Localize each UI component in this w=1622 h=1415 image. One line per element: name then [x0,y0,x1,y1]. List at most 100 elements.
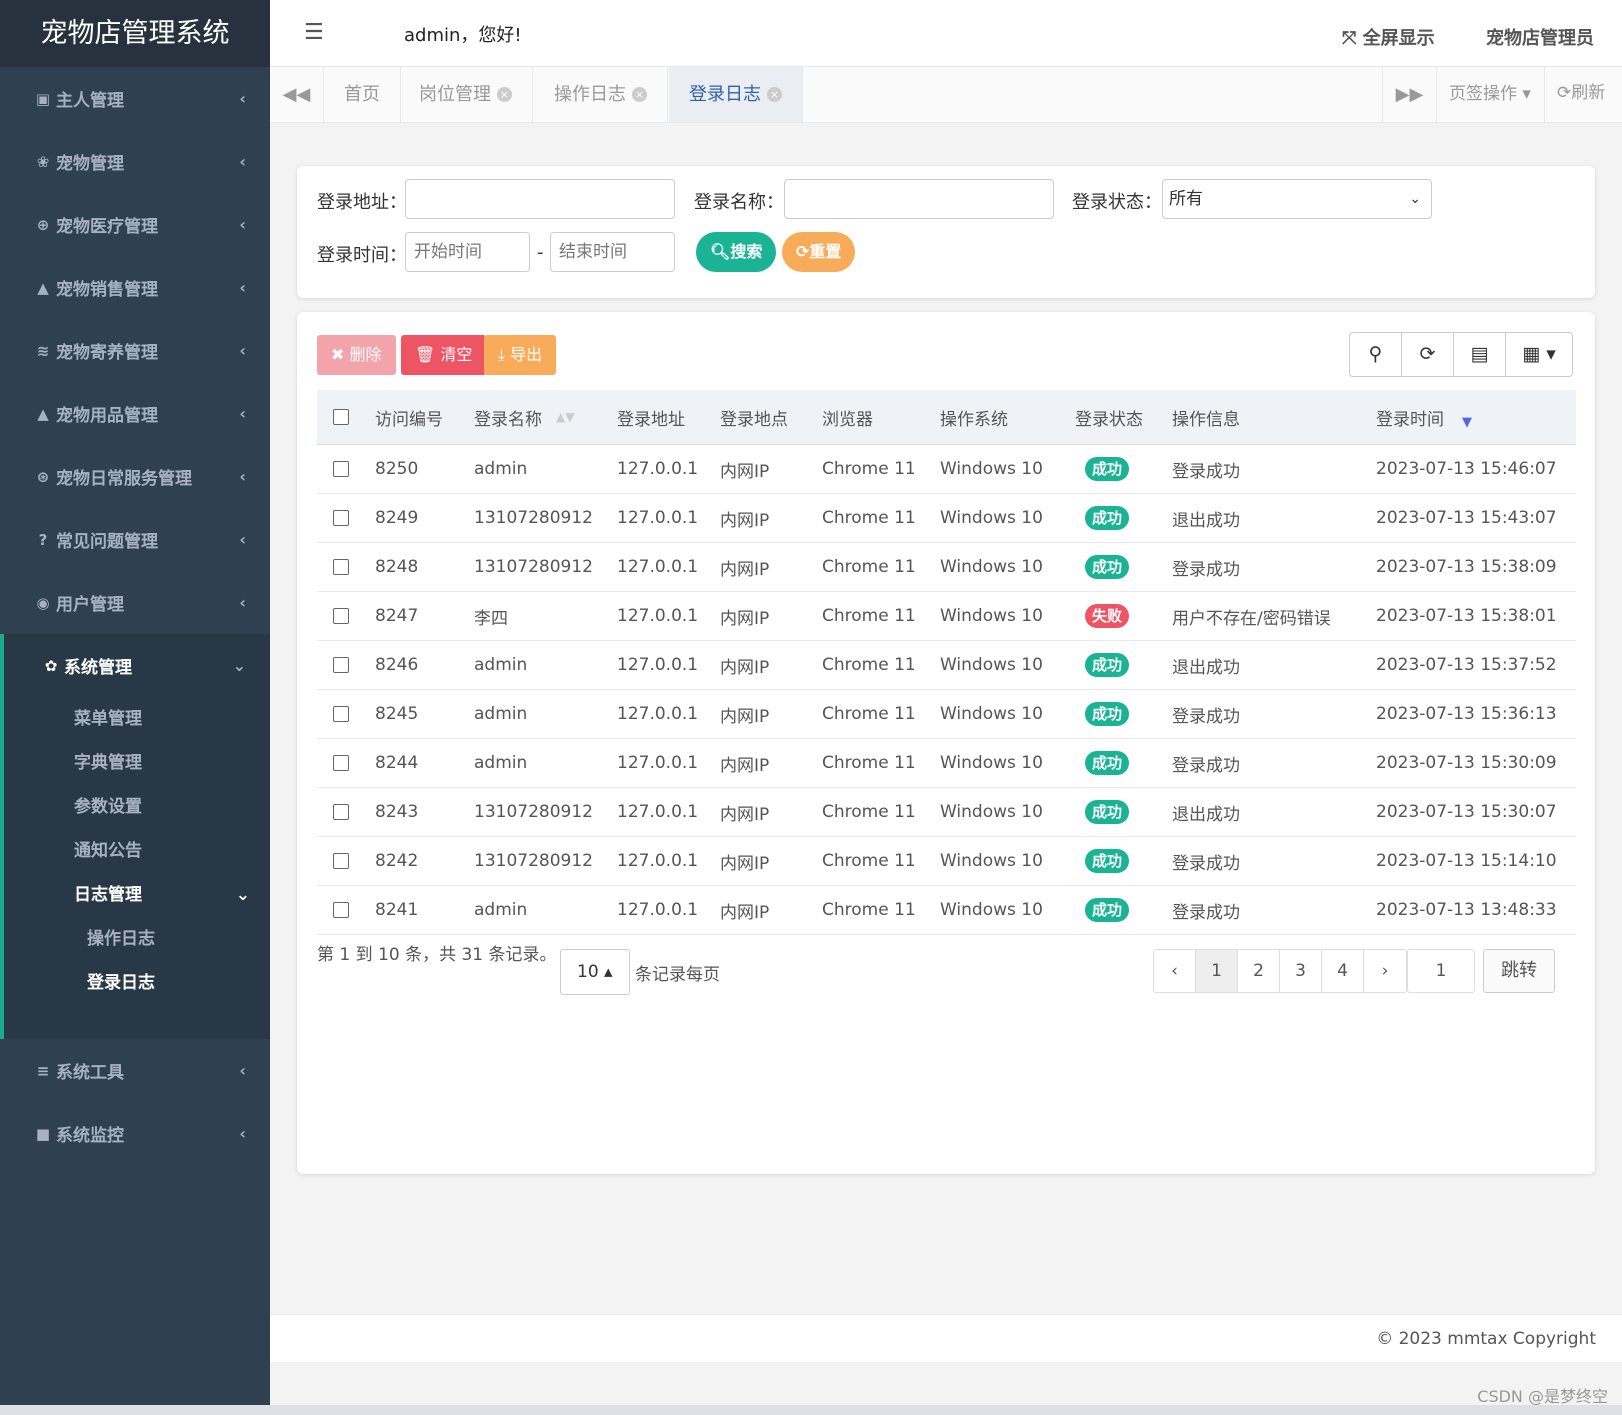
end-time-input[interactable] [550,232,675,272]
col-location[interactable]: 登录地点 [720,390,788,444]
table-row[interactable]: 8249 13107280912 127.0.0.1 内网IP Chrome 11 Win… [317,494,1576,543]
sidebar-item-7[interactable]: ? 常见问题管理 ‹ [0,508,270,571]
table-row[interactable]: 8250 admin 127.0.0.1 内网IP Chrome 11 Windows 1… [317,445,1576,494]
delete-button[interactable]: ✖ 删除 [317,335,396,375]
row-checkbox[interactable] [333,543,349,591]
clear-button[interactable]: 🗑︎ 清空 [401,335,487,375]
fullscreen-button[interactable]: ⤧ 全屏显示 [1342,24,1435,50]
row-checkbox[interactable] [333,739,349,787]
sidebar-item-0[interactable]: ▣ 主人管理 ‹ [0,67,270,130]
sidebar-item-operlog[interactable]: 操作日志 [4,917,270,961]
chevron-left-icon: ‹ [239,1061,246,1080]
row-checkbox[interactable] [333,837,349,885]
refresh-table-button[interactable]: ⟳ [1402,333,1454,376]
tab-post[interactable]: 岗位管理 × [399,67,533,122]
toggle-view-button[interactable]: ▤ [1454,333,1506,376]
cell-ipaddr: 127.0.0.1 [617,606,699,626]
sidebar-item-tools[interactable]: ≡ 系统工具 ‹ [0,1039,270,1102]
tab-logininfor[interactable]: 登录日志 × [669,67,803,122]
close-icon[interactable]: × [497,87,512,102]
cell-status: 失败 [1085,592,1130,640]
close-icon[interactable]: × [632,87,647,102]
page-button-2[interactable]: 2 [1238,950,1280,992]
table-row[interactable]: 8248 13107280912 127.0.0.1 内网IP Chrome 11 Win… [317,543,1576,592]
sidebar-item-log[interactable]: 日志管理 ⌄ [4,873,270,917]
search-toggle-button[interactable]: ⚲ [1350,333,1402,376]
start-time-input[interactable] [405,232,530,272]
table-row[interactable]: 8247 李四 127.0.0.1 内网IP Chrome 11 Windows 10 失败… [317,592,1576,641]
sidebar-item-5[interactable]: ▲ 宠物用品管理 ‹ [0,382,270,445]
table-row[interactable]: 8243 13107280912 127.0.0.1 内网IP Chrome 11 Win… [317,788,1576,837]
cell-os: Windows 10 [940,802,1043,822]
table-row[interactable]: 8246 admin 127.0.0.1 内网IP Chrome 11 Windows 1… [317,641,1576,690]
columns-button[interactable]: ▦ ▾ [1506,333,1572,376]
search-button[interactable]: 🔍︎搜索 [696,232,777,272]
cell-info-id: 8244 [375,753,419,773]
close-icon[interactable]: × [767,87,782,102]
row-checkbox[interactable] [333,690,349,738]
page-button-4[interactable]: 4 [1322,950,1364,992]
col-info-id[interactable]: 访问编号 [375,390,443,444]
status-badge: 成功 [1085,457,1130,481]
col-login-name[interactable]: 登录名称 ▲▼ [474,390,574,444]
sidebar-item-3[interactable]: ▲ 宠物销售管理 ‹ [0,256,270,319]
page-button-1[interactable]: 1 [1196,950,1238,992]
sidebar-item-4[interactable]: ≋ 宠物寄养管理 ‹ [0,319,270,382]
row-checkbox[interactable] [333,494,349,542]
sidebar-item-notice[interactable]: 通知公告 [4,829,270,873]
select-all-checkbox[interactable] [333,390,349,444]
user-menu[interactable]: 宠物店管理员 [1486,24,1594,50]
cell-info-id: 8248 [375,557,419,577]
table-row[interactable]: 8242 13107280912 127.0.0.1 内网IP Chrome 11 Win… [317,837,1576,886]
jump-button[interactable]: 跳转 [1483,949,1555,993]
hamburger-menu-icon[interactable]: ☰ [304,20,324,45]
export-button[interactable]: ⤓ 导出 [484,335,557,375]
sidebar-item-2[interactable]: ⊕ 宠物医疗管理 ‹ [0,193,270,256]
username-input[interactable] [784,179,1054,219]
col-status[interactable]: 登录状态 [1075,390,1143,444]
row-checkbox[interactable] [333,445,349,493]
jump-page-input[interactable]: 1 [1407,949,1475,993]
status-select[interactable]: 所有 ⌄ [1162,179,1432,219]
col-browser[interactable]: 浏览器 [822,390,873,444]
col-ipaddr[interactable]: 登录地址 [617,390,685,444]
tab-home[interactable]: 首页 [324,67,401,122]
sidebar-item-config[interactable]: 参数设置 [4,785,270,829]
status-label: 登录状态： [1072,192,1162,213]
refresh-button[interactable]: ⟳刷新 [1544,67,1622,122]
col-os[interactable]: 操作系统 [940,390,1008,444]
cell-msg: 退出成功 [1172,657,1240,678]
sidebar-item-menu[interactable]: 菜单管理 [4,697,270,741]
next-page-button[interactable]: › [1364,950,1406,992]
sidebar-item-system[interactable]: ✿ 系统管理 ⌄ [0,634,270,697]
sidebar-item-logininfor[interactable]: 登录日志 [4,961,270,1005]
sidebar-item-1[interactable]: ❀ 宠物管理 ‹ [0,130,270,193]
table-row[interactable]: 8241 admin 127.0.0.1 内网IP Chrome 11 Windows 1… [317,886,1576,935]
table-row[interactable]: 8245 admin 127.0.0.1 内网IP Chrome 11 Windows 1… [317,690,1576,739]
cell-msg: 登录成功 [1172,706,1240,727]
tabs-scroll-left-button[interactable]: ◀◀ [270,67,324,122]
cell-status: 成功 [1085,494,1130,542]
row-checkbox[interactable] [333,788,349,836]
tab-operlog[interactable]: 操作日志 × [534,67,668,122]
sidebar-item-monitor[interactable]: ■ 系统监控 ‹ [0,1102,270,1165]
reset-button[interactable]: ⟳重置 [782,232,856,272]
chevron-left-icon: ‹ [239,467,246,486]
page-size-dropdown[interactable]: 10 ▴ [560,949,630,995]
row-checkbox[interactable] [333,592,349,640]
sidebar-item-label: 系统管理 [64,658,132,678]
sidebar-item-8[interactable]: ◉ 用户管理 ‹ [0,571,270,634]
table-row[interactable]: 8244 admin 127.0.0.1 内网IP Chrome 11 Windows 1… [317,739,1576,788]
tabs-scroll-right-button[interactable]: ▶▶ [1382,67,1436,122]
page-button-3[interactable]: 3 [1280,950,1322,992]
prev-page-button[interactable]: ‹ [1154,950,1196,992]
sidebar-item-6[interactable]: ⊛ 宠物日常服务管理 ‹ [0,445,270,508]
row-checkbox[interactable] [333,886,349,934]
cell-location: 内网IP [720,706,770,727]
col-login-time[interactable]: 登录时间 ▼ [1376,390,1472,444]
tab-operations-dropdown[interactable]: 页签操作 ▾ [1436,67,1544,122]
ipaddr-input[interactable] [405,179,675,219]
sidebar-item-dict[interactable]: 字典管理 [4,741,270,785]
row-checkbox[interactable] [333,641,349,689]
col-msg[interactable]: 操作信息 [1172,390,1240,444]
